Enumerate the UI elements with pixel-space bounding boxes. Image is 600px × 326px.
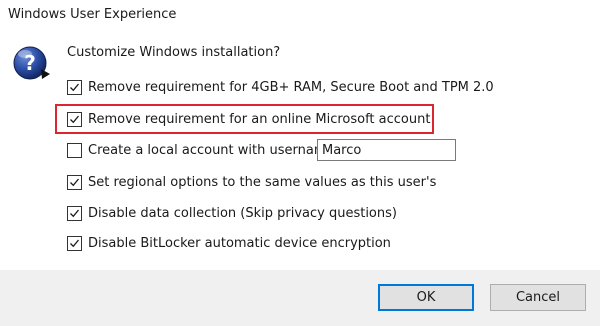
option-regional-options[interactable]: Set regional options to the same values … <box>67 172 436 192</box>
checkmark-icon <box>70 239 80 247</box>
username-input[interactable] <box>317 139 456 161</box>
dialog-window: Windows User Experience ? Customize Wind… <box>0 0 600 326</box>
checkmark-icon <box>70 178 80 186</box>
option-disable-data-collection[interactable]: Disable data collection (Skip privacy qu… <box>67 203 397 223</box>
window-title: Windows User Experience <box>8 7 177 22</box>
checkbox-disable-bitlocker[interactable] <box>67 235 82 251</box>
checkbox-disable-data-collection[interactable] <box>67 205 82 221</box>
cancel-button[interactable]: Cancel <box>490 284 586 311</box>
title-bar[interactable]: Windows User Experience <box>0 0 600 32</box>
option-remove-online-account[interactable]: Remove requirement for an online Microso… <box>67 109 430 129</box>
checkbox-remove-hardware-requirements[interactable] <box>67 79 82 95</box>
checkmark-icon <box>70 209 80 217</box>
svg-text:?: ? <box>24 51 36 75</box>
option-label: Disable BitLocker automatic device encry… <box>88 235 391 251</box>
checkmark-icon <box>70 115 80 123</box>
option-remove-hardware-requirements[interactable]: Remove requirement for 4GB+ RAM, Secure … <box>67 77 494 97</box>
option-create-local-account[interactable]: Create a local account with username: <box>67 140 339 160</box>
dialog-prompt: Customize Windows installation? <box>67 45 281 60</box>
option-label: Remove requirement for an online Microso… <box>88 111 431 127</box>
option-disable-bitlocker[interactable]: Disable BitLocker automatic device encry… <box>67 233 391 253</box>
checkmark-icon <box>70 83 80 91</box>
checkbox-regional-options[interactable] <box>67 174 82 190</box>
option-label: Remove requirement for 4GB+ RAM, Secure … <box>88 79 494 95</box>
option-label: Set regional options to the same values … <box>88 174 437 190</box>
checkbox-create-local-account[interactable] <box>67 142 82 158</box>
option-label: Create a local account with username: <box>88 142 339 158</box>
option-label: Disable data collection (Skip privacy qu… <box>88 205 397 221</box>
ok-button[interactable]: OK <box>378 284 474 311</box>
checkbox-remove-online-account[interactable] <box>67 111 82 127</box>
question-icon: ? <box>13 46 50 80</box>
